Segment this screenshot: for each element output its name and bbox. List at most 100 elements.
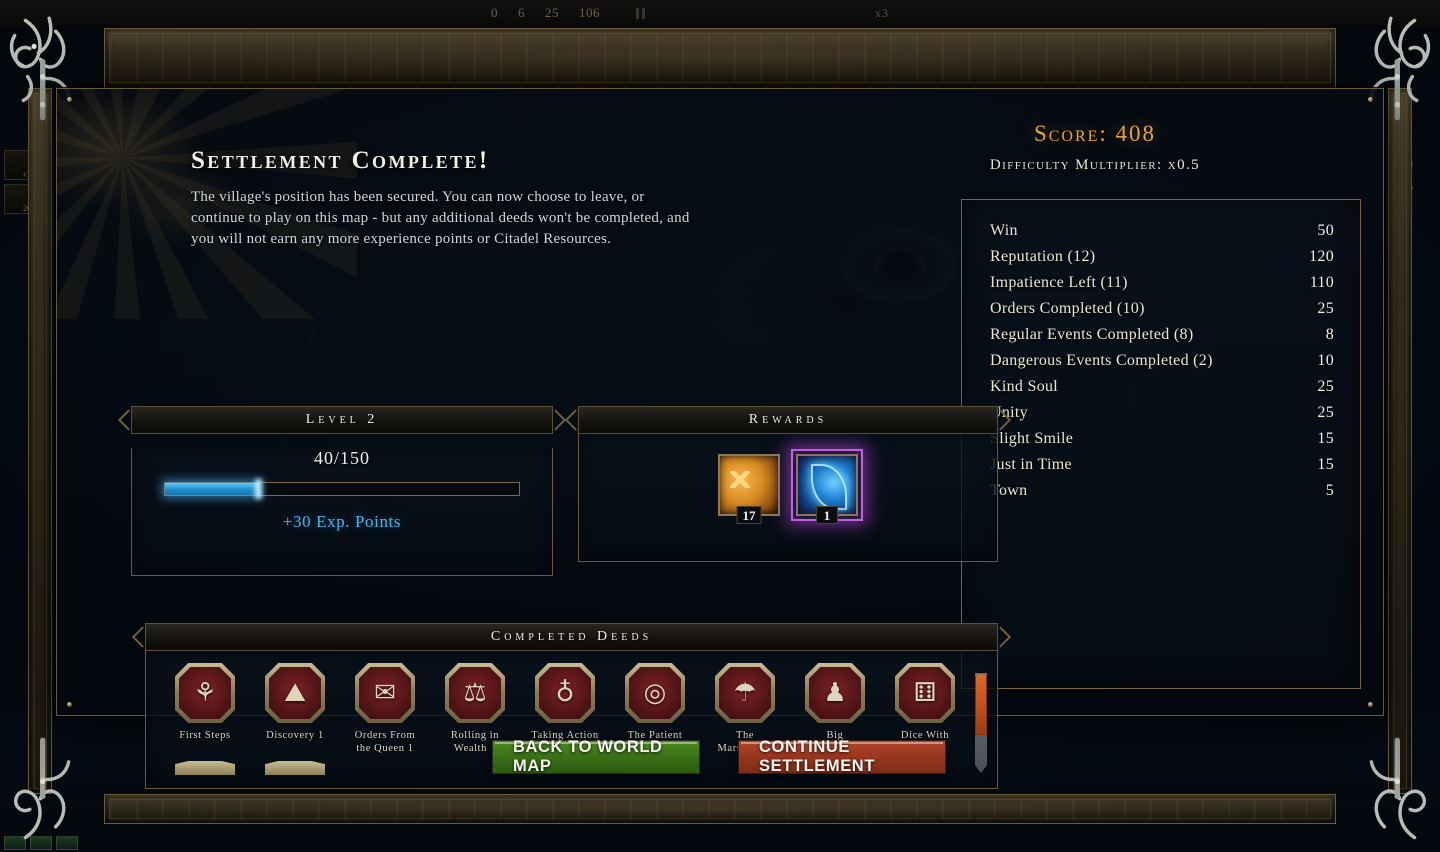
pause-icon[interactable]: [636, 7, 645, 19]
xp-gain-label: +30 Exp. Points: [282, 512, 402, 531]
game-speed-indicator: x3: [875, 5, 889, 20]
deed-frame: ☂: [715, 663, 775, 723]
deed-frame: ◎: [625, 663, 685, 723]
deed-item[interactable]: ✉ Orders From the Queen 1: [340, 663, 430, 755]
deed-partial[interactable]: [160, 761, 250, 775]
score-row: Dangerous Events Completed (2) 10: [990, 348, 1334, 374]
dialog-rivet: [1368, 97, 1373, 102]
score-row: Unity 25: [990, 400, 1334, 426]
hud-chip[interactable]: +3: [4, 150, 34, 180]
hud-resource-group: 0 6 25 106 x3: [491, 5, 889, 21]
deed-frame: ⚘: [175, 663, 235, 723]
score-row-value: 120: [1309, 248, 1334, 265]
rewards-panel-header: Rewards: [578, 406, 998, 434]
scales-icon: ⚖: [449, 667, 501, 719]
top-hud-bar: 0 6 25 106 x3: [0, 0, 1440, 26]
deed-item[interactable]: ⛰ Discovery 1: [250, 663, 340, 755]
hud-resource-value: 106: [579, 5, 600, 20]
score-row-value: 25: [1317, 404, 1334, 421]
rewards-panel-body: 17 1: [578, 434, 998, 562]
hud-fragment: /150: [1394, 159, 1414, 170]
reward-count-badge: 1: [816, 506, 838, 524]
score-row: Win 50: [990, 218, 1334, 244]
dice-icon: ⚅: [899, 667, 951, 719]
score-row-value: 10: [1317, 352, 1334, 369]
reward-slot[interactable]: 17: [718, 454, 780, 524]
score-row-value: 110: [1309, 274, 1334, 291]
score-row-value: 25: [1317, 300, 1334, 317]
back-to-world-map-button[interactable]: BACK TO WORLD MAP: [492, 738, 700, 775]
score-row-value: 8: [1325, 326, 1334, 343]
hud-bottom-button[interactable]: [56, 836, 78, 850]
ring-icon: ◎: [629, 667, 681, 719]
hud-fragment: OD: [1394, 133, 1410, 144]
level-panel-body: 40/150 +30 Exp. Points: [131, 448, 553, 576]
map-icon: ⛰: [269, 667, 321, 719]
score-header: Score: 408 Difficulty Multiplier: x0.5: [885, 121, 1305, 174]
deeds-panel-header: Completed Deeds: [145, 623, 998, 651]
deeds-scrollbar[interactable]: [975, 673, 987, 773]
score-row-label: Reputation (12): [990, 248, 1096, 265]
score-row-value: 50: [1317, 222, 1334, 239]
eagle-icon: ♁: [539, 667, 591, 719]
rewards-panel-title: Rewards: [748, 412, 828, 427]
score-row-label: Orders Completed (10): [990, 300, 1145, 317]
score-row: Slight Smile 15: [990, 426, 1334, 452]
hud-chip-value: 20: [23, 204, 31, 213]
score-row: Impatience Left (11) 110: [990, 270, 1334, 296]
score-row-label: Dangerous Events Completed (2): [990, 352, 1213, 369]
deed-frame: ⛰: [265, 663, 325, 723]
score-row: Kind Soul 25: [990, 374, 1334, 400]
deed-frame: ⚖: [445, 663, 505, 723]
score-row-label: Slight Smile: [990, 430, 1074, 447]
hud-bottom-button[interactable]: [4, 836, 26, 850]
score-row-value: 25: [1317, 378, 1334, 395]
xp-progress-bar: [164, 482, 520, 496]
deed-frame: ♁: [535, 663, 595, 723]
hud-resource-value: 0: [491, 5, 498, 20]
mushroom-icon: ☂: [719, 667, 771, 719]
hud-bottom-button[interactable]: [30, 836, 52, 850]
deed-partial[interactable]: [250, 761, 340, 775]
score-row-label: Just in Time: [990, 456, 1072, 473]
deed-label: Discovery 1: [266, 730, 324, 741]
score-total: Score: 408: [1033, 121, 1157, 146]
hud-chip[interactable]: 20: [4, 184, 34, 214]
reward-slot[interactable]: 1: [791, 449, 863, 524]
score-row: Orders Completed (10) 25: [990, 296, 1334, 322]
right-hud-column: AN OD /150 15 P: [1394, 100, 1438, 204]
score-row-label: Regular Events Completed (8): [990, 326, 1194, 343]
score-row: Regular Events Completed (8) 8: [990, 322, 1334, 348]
rewards-panel: Rewards 17 1: [578, 406, 998, 562]
deed-item[interactable]: ⚘ First Steps: [160, 663, 250, 755]
continue-settlement-button[interactable]: CONTINUE SETTLEMENT: [738, 738, 946, 775]
deed-frame: ⚅: [895, 663, 955, 723]
score-row: Reputation (12) 120: [990, 244, 1334, 270]
xp-progress-fill: [165, 483, 260, 495]
hud-resource-value: 6: [518, 5, 525, 20]
bottom-hud-buttons[interactable]: [4, 836, 78, 850]
score-row: Town 5: [990, 478, 1334, 504]
left-hud-column: +3 20: [4, 150, 40, 218]
deed-label: Orders From the Queen 1: [354, 730, 416, 754]
score-row-label: Win: [990, 222, 1018, 239]
deed-frame: ✉: [355, 663, 415, 723]
level-panel-title: Level 2: [305, 412, 379, 427]
dialog-rivet: [67, 97, 72, 102]
scroll-icon: ✉: [359, 667, 411, 719]
level-panel: Level 2 40/150 +30 Exp. Points: [131, 406, 553, 576]
score-row: Just in Time 15: [990, 452, 1334, 478]
settlement-complete-dialog: Settlement Complete! The village's posit…: [56, 88, 1384, 789]
score-row-value: 5: [1325, 482, 1334, 499]
deeds-scrollbar-thumb[interactable]: [975, 673, 987, 735]
difficulty-multiplier: Difficulty Multiplier: x0.5: [989, 157, 1201, 173]
score-row-value: 15: [1317, 430, 1334, 447]
deed-label: First Steps: [179, 730, 231, 741]
score-row-label: Kind Soul: [990, 378, 1059, 395]
villager-icon: ♟: [809, 667, 861, 719]
hud-chip-value: +3: [22, 170, 31, 179]
hud-fragment: AN: [1394, 107, 1410, 118]
dialog-description: The village's position has been secured.…: [191, 189, 690, 247]
score-row-value: 15: [1317, 456, 1334, 473]
page-title: Settlement Complete!: [191, 147, 490, 174]
